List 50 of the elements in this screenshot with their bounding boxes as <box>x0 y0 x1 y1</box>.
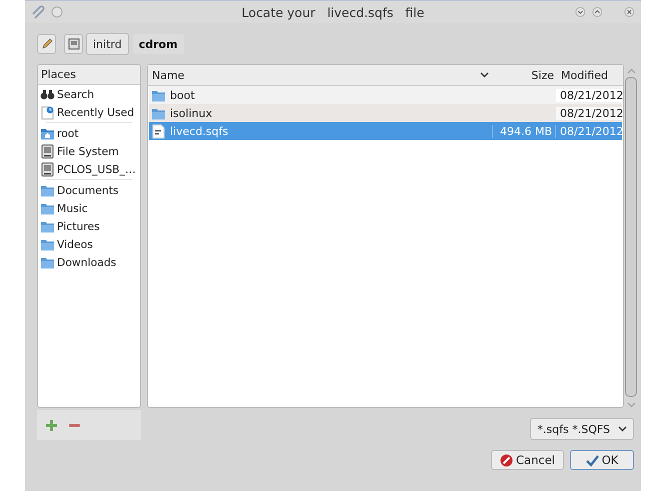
scrollbar-thumb[interactable] <box>625 77 637 397</box>
breadcrumb-button[interactable]: cdrom <box>132 33 185 55</box>
drive-icon <box>68 38 80 50</box>
breadcrumb-button[interactable]: initrd <box>86 33 129 55</box>
file-name: isolinux <box>170 106 212 120</box>
places-item[interactable]: Pictures <box>38 217 140 235</box>
filter-dropdown[interactable]: *.sqfs *.SQFS <box>530 418 634 440</box>
column-header[interactable]: Size <box>495 68 557 82</box>
file-row[interactable]: boot 08/21/2012 <box>149 86 622 104</box>
close-icon <box>624 6 635 18</box>
places-item[interactable]: PCLOS_USB_… <box>38 160 140 178</box>
column-header[interactable]: Name <box>152 68 184 82</box>
places-item[interactable]: Videos <box>38 235 140 253</box>
places-item[interactable]: Downloads <box>38 253 140 271</box>
places-item[interactable]: Documents <box>38 181 140 199</box>
add-icon <box>45 418 58 432</box>
drive-button[interactable] <box>64 34 83 54</box>
checkmark-icon <box>586 454 599 466</box>
maximize-icon <box>592 6 602 18</box>
sort-chevron-icon <box>480 72 489 78</box>
ok-button[interactable]: OK <box>570 450 634 470</box>
pencil-icon <box>40 38 52 50</box>
paperclip-icon <box>31 5 45 19</box>
cancel-icon <box>500 454 514 466</box>
column-header[interactable]: Modified <box>557 68 623 82</box>
file-size: 494.6 MB <box>500 124 552 138</box>
window-title: Locate your livecd.sqfs file <box>242 4 424 20</box>
dropdown-chevron-icon <box>618 426 627 432</box>
document-icon <box>151 124 166 138</box>
file-date: 08/21/2012 <box>560 124 624 138</box>
scroll-down-icon <box>626 402 636 408</box>
places-item[interactable]: Music <box>38 199 140 217</box>
minimize-icon <box>574 6 586 18</box>
places-item[interactable]: File System <box>38 142 140 160</box>
file-name: boot <box>170 88 195 102</box>
places-item[interactable]: Search <box>38 85 140 103</box>
edit-location-button[interactable] <box>37 34 56 54</box>
cancel-button[interactable]: Cancel <box>491 450 564 470</box>
places-item[interactable]: root <box>38 124 140 142</box>
pin-button-icon <box>51 6 63 18</box>
drive-icon <box>40 162 55 176</box>
file-name: livecd.sqfs <box>170 124 228 138</box>
column-header: Places <box>38 65 140 85</box>
clock-document-icon <box>40 104 55 120</box>
drive-icon <box>40 144 55 158</box>
file-date: 08/21/2012 <box>560 106 624 120</box>
file-row[interactable]: isolinux 08/21/2012 <box>149 104 622 122</box>
file-date: 08/21/2012 <box>560 88 624 102</box>
places-item[interactable]: Recently Used <box>38 103 140 121</box>
scroll-up-icon <box>626 68 636 74</box>
